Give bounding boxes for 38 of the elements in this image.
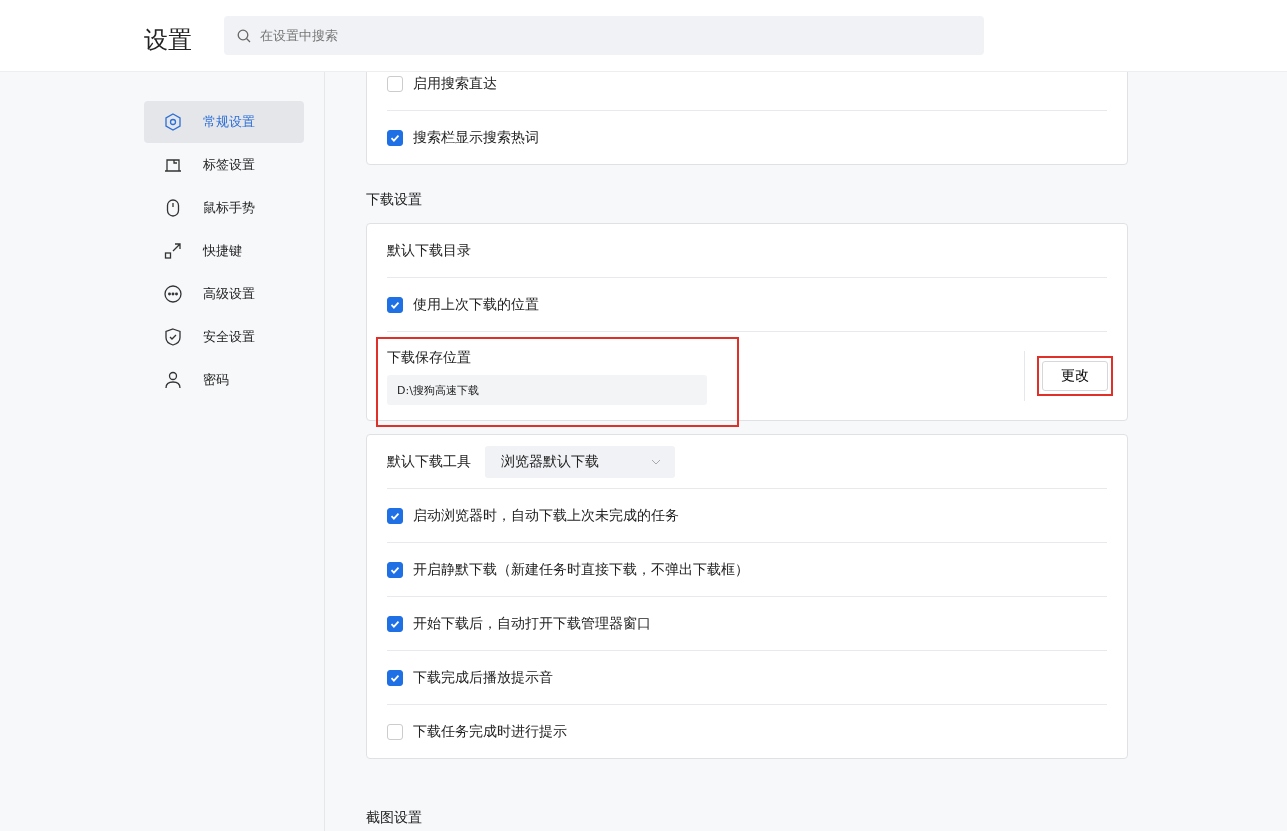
- sidebar-item[interactable]: 高级设置: [144, 273, 304, 315]
- checkbox[interactable]: [387, 129, 403, 146]
- sidebar-item[interactable]: 安全设置: [144, 316, 304, 358]
- checkbox[interactable]: [387, 296, 403, 313]
- more-icon: [163, 284, 183, 304]
- search-icon: [237, 29, 251, 43]
- option-label: 使用上次下载的位置: [413, 295, 539, 314]
- sidebar-item[interactable]: 鼠标手势: [144, 187, 304, 229]
- option-label: 下载任务完成时进行提示: [413, 722, 567, 741]
- change-button[interactable]: 更改: [1042, 361, 1108, 391]
- setting-label: 默认下载目录: [387, 241, 471, 260]
- section-title: 截图设置: [366, 809, 423, 827]
- page-title: 设置: [143, 24, 193, 56]
- sidebar-item[interactable]: 常规设置: [144, 101, 304, 143]
- setting-label: 默认下载工具: [387, 452, 471, 471]
- option-label: 开始下载后，自动打开下载管理器窗口: [413, 614, 651, 633]
- setting-label: 下载保存位置: [387, 349, 472, 367]
- sidebar-item[interactable]: 密码: [144, 359, 304, 401]
- checkbox[interactable]: [387, 561, 403, 578]
- checkbox[interactable]: [387, 507, 403, 524]
- checkbox[interactable]: [387, 669, 403, 686]
- chevron-down-icon: [651, 458, 661, 465]
- option-label: 下载完成后播放提示音: [413, 668, 553, 687]
- option-label: 搜索栏显示搜索热词: [413, 128, 539, 147]
- search-field[interactable]: 在设置中搜索: [224, 16, 984, 55]
- checkbox[interactable]: [387, 615, 403, 632]
- option-label: 开启静默下载（新建任务时直接下载，不弹出下载框）: [413, 560, 749, 579]
- section-title: 下载设置: [366, 191, 423, 209]
- path-field: D:\搜狗高速下载: [387, 375, 707, 405]
- shortcut-icon: [163, 241, 183, 261]
- tool-dropdown[interactable]: 浏览器默认下载: [485, 445, 675, 478]
- sidebar-item[interactable]: 快捷键: [144, 230, 304, 272]
- shield-icon: [163, 327, 183, 347]
- hexagon-icon: [163, 112, 183, 132]
- option-label: 启用搜索直达: [413, 74, 497, 93]
- option-label: 启动浏览器时，自动下载上次未完成的任务: [413, 506, 679, 525]
- user-icon: [163, 370, 183, 390]
- sidebar-item[interactable]: 标签设置: [144, 144, 304, 186]
